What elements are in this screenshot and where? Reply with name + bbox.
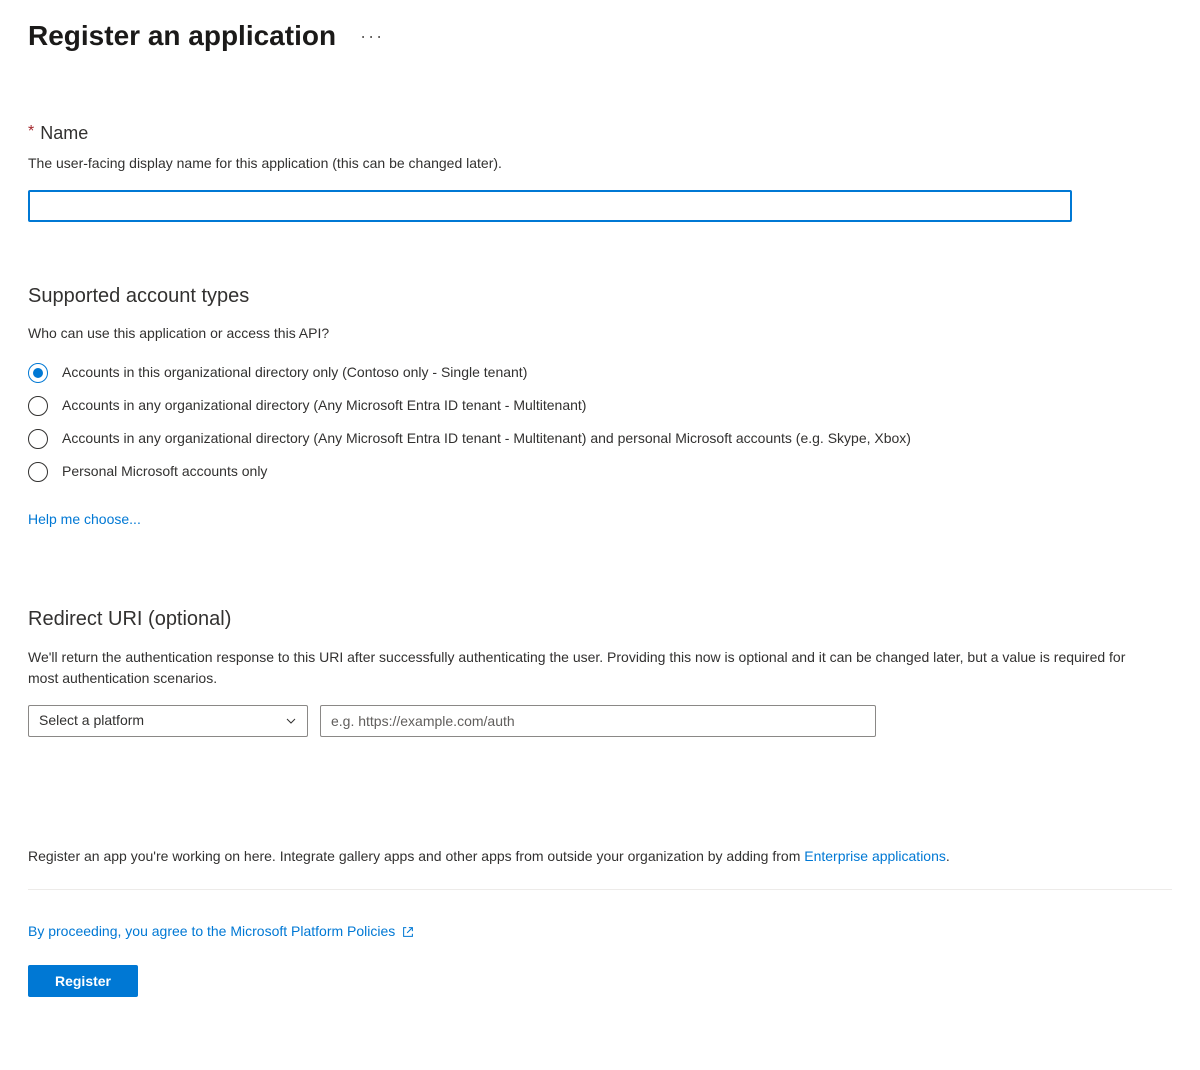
help-me-choose-link[interactable]: Help me choose... (28, 511, 141, 527)
radio-icon (28, 363, 48, 383)
radio-icon (28, 396, 48, 416)
chevron-down-icon (285, 715, 297, 727)
name-label: * Name (28, 121, 1172, 146)
required-indicator: * (28, 123, 34, 140)
radio-label: Accounts in any organizational directory… (62, 428, 911, 448)
account-type-option-personal-only[interactable]: Personal Microsoft accounts only (28, 461, 1158, 482)
account-type-option-multitenant[interactable]: Accounts in any organizational directory… (28, 395, 1158, 416)
account-types-section: Supported account types Who can use this… (28, 282, 1172, 529)
name-input[interactable] (28, 190, 1072, 222)
radio-label: Accounts in any organizational directory… (62, 395, 586, 415)
redirect-uri-input[interactable] (320, 705, 876, 737)
radio-icon (28, 462, 48, 482)
account-type-option-multitenant-personal[interactable]: Accounts in any organizational directory… (28, 428, 1158, 449)
account-types-question: Who can use this application or access t… (28, 324, 1172, 344)
external-link-icon (401, 925, 415, 939)
register-button[interactable]: Register (28, 965, 138, 997)
radio-icon (28, 429, 48, 449)
radio-label: Accounts in this organizational director… (62, 362, 527, 382)
name-label-text: Name (40, 123, 88, 143)
name-help-text: The user-facing display name for this ap… (28, 154, 1172, 174)
footer-note-suffix: . (946, 848, 950, 864)
redirect-uri-section: Redirect URI (optional) We'll return the… (28, 605, 1172, 737)
account-types-heading: Supported account types (28, 282, 1172, 310)
account-type-option-single-tenant[interactable]: Accounts in this organizational director… (28, 362, 1158, 383)
page-title: Register an application (28, 16, 336, 55)
name-section: * Name The user-facing display name for t… (28, 121, 1172, 222)
footer-note-block: Register an app you're working on here. … (28, 847, 1172, 890)
more-actions-icon[interactable]: ··· (360, 27, 384, 45)
platform-select-value: Select a platform (39, 711, 144, 731)
redirect-uri-description: We'll return the authentication response… (28, 647, 1158, 689)
redirect-uri-heading: Redirect URI (optional) (28, 605, 1172, 633)
footer-note-text: Register an app you're working on here. … (28, 848, 804, 864)
account-types-radio-group: Accounts in this organizational director… (28, 362, 1172, 482)
radio-label: Personal Microsoft accounts only (62, 461, 267, 481)
platform-policies-link[interactable]: By proceeding, you agree to the Microsof… (28, 922, 395, 942)
enterprise-applications-link[interactable]: Enterprise applications (804, 848, 946, 864)
platform-select[interactable]: Select a platform (28, 705, 308, 737)
